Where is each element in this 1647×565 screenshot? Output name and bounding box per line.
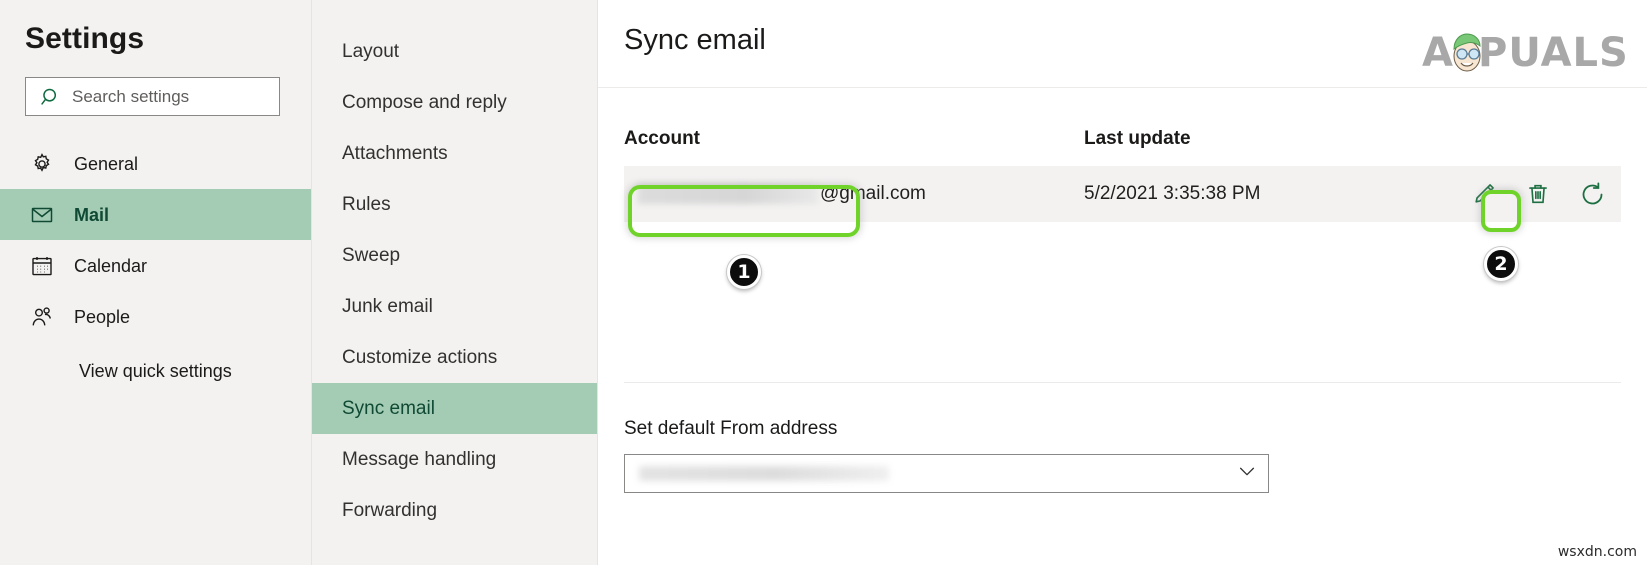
from-address-label: Set default From address [624,418,838,439]
search-settings-box[interactable] [25,77,280,116]
row-action-group [1469,179,1621,209]
sidebar-item-label: Mail [74,204,110,225]
accounts-table-header: Account Last update [624,88,1621,166]
mail-settings-subnav: Layout Compose and reply Attachments Rul… [311,0,597,565]
main-header: Sync email A PUALS [598,0,1647,88]
subnav-item-junk-email[interactable]: Junk email [312,281,597,332]
sidebar-item-label: People [74,306,131,327]
sidebar-item-calendar[interactable]: Calendar [0,240,311,291]
subnav-item-customize-actions[interactable]: Customize actions [312,332,597,383]
chevron-down-icon [1236,460,1258,487]
subnav-item-rules[interactable]: Rules [312,179,597,230]
svg-text:A: A [1422,30,1454,74]
subnav-item-sweep[interactable]: Sweep [312,230,597,281]
last-update-cell: 5/2/2021 3:35:38 PM [1084,183,1261,204]
section-divider [624,382,1621,383]
settings-window: Settings General [0,0,1647,565]
subnav-item-compose-and-reply[interactable]: Compose and reply [312,77,597,128]
annotation-badge-1: 1 [727,255,761,289]
redacted-selected-address [639,466,889,481]
search-input[interactable] [72,86,269,107]
subnav-item-attachments[interactable]: Attachments [312,128,597,179]
sidebar-item-general[interactable]: General [0,138,311,189]
people-icon [29,304,55,330]
account-cell[interactable]: @gmail.com [624,183,1084,205]
sidebar-item-people[interactable]: People [0,291,311,342]
column-header-account: Account [624,128,700,149]
sidebar-item-label: Calendar [74,255,148,276]
account-domain: @gmail.com [820,183,926,204]
column-header-last-update: Last update [1084,128,1191,149]
edit-account-icon[interactable] [1469,179,1499,209]
default-from-address-section: Set default From address [624,418,1621,493]
subnav-item-layout[interactable]: Layout [312,26,597,77]
sidebar-item-mail[interactable]: Mail [0,189,311,240]
calendar-icon [29,253,55,279]
delete-account-icon[interactable] [1523,179,1553,209]
subnav-item-sync-email[interactable]: Sync email [312,383,597,434]
table-row[interactable]: @gmail.com 5/2/2021 3:35:38 PM [624,166,1621,222]
gear-icon [29,151,55,177]
site-watermark: wsxdn.com [1557,544,1637,560]
envelope-icon [29,202,55,228]
settings-sidebar: Settings General [0,0,311,565]
svg-text:PUALS: PUALS [1478,30,1628,74]
sidebar-item-label: General [74,153,139,174]
view-quick-settings-link[interactable]: View quick settings [0,356,311,386]
redacted-account-name [638,184,818,204]
annotation-badge-2: 2 [1484,247,1518,281]
subnav-item-message-handling[interactable]: Message handling [312,434,597,485]
subnav-item-forwarding[interactable]: Forwarding [312,485,597,536]
sync-email-content: Account Last update @gmail.com 5/2/2021 … [598,88,1647,222]
from-address-dropdown[interactable] [624,454,1269,493]
page-title: Sync email [624,24,766,56]
page-heading-settings: Settings [25,22,145,55]
search-icon [40,86,62,108]
refresh-account-icon[interactable] [1577,179,1607,209]
appuals-mascot-icon [1453,33,1481,72]
appuals-logo: A PUALS [1420,26,1628,76]
sidebar-nav-list: General Mail Calendar People View quick … [0,138,311,386]
